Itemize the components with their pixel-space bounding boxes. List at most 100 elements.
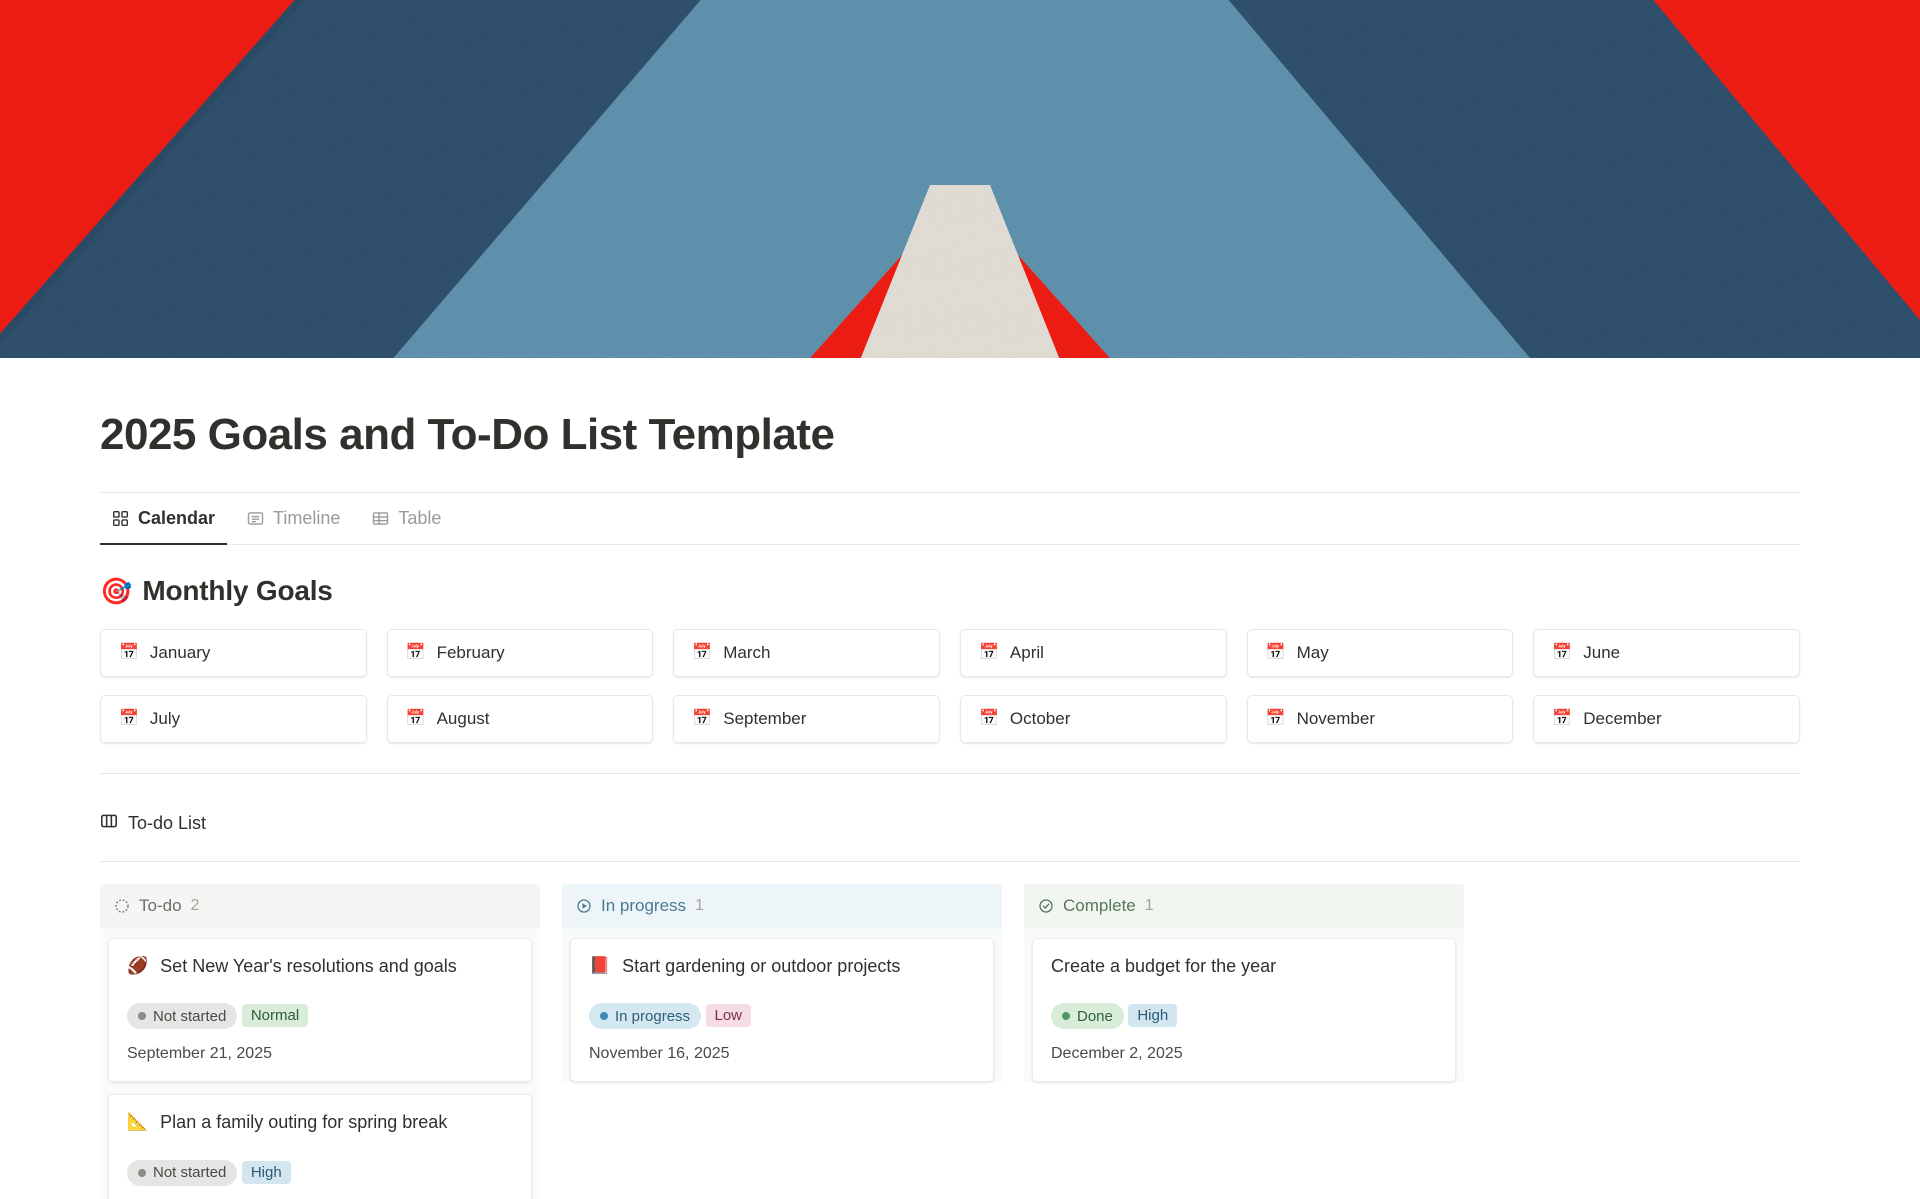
month-label: October [1009, 709, 1071, 728]
column-count: 1 [1144, 897, 1154, 914]
priority-badge: Normal [241, 1004, 309, 1028]
month-card-november[interactable]: 📅 November [1246, 695, 1514, 743]
column-body-todo: 🏈 Set New Year's resolutions and goals N… [100, 928, 540, 1199]
priority-badge: High [241, 1160, 291, 1184]
priority-badge: High [1128, 1004, 1178, 1028]
closed-book-emoji-icon: 📕 [589, 956, 611, 975]
calendar-emoji-icon: 📅 [1552, 710, 1573, 727]
play-circle-icon [576, 898, 592, 914]
month-card-may[interactable]: 📅 May [1246, 629, 1514, 677]
month-label: July [149, 709, 181, 728]
calendar-emoji-icon: 📅 [119, 644, 139, 661]
table-icon [372, 510, 389, 527]
board-column-todo: To-do 2 🏈 Set New Year's resolutions and… [100, 884, 540, 1199]
kanban-board: To-do 2 🏈 Set New Year's resolutions and… [100, 862, 1800, 1199]
month-card-march[interactable]: 📅 March [673, 629, 940, 677]
calendar-emoji-icon: 📅 [405, 710, 426, 727]
task-title: Create a budget for the year [1051, 956, 1277, 976]
month-label: November [1296, 709, 1375, 728]
task-title: Set New Year's resolutions and goals [160, 956, 457, 976]
status-badge: In progress [589, 1003, 702, 1030]
calendar-emoji-icon: 📅 [1552, 644, 1573, 661]
status-badge: Not started [127, 1003, 238, 1030]
column-name: In progress [601, 896, 687, 915]
monthly-goals-title: Monthly Goals [142, 575, 333, 606]
board-column-complete: Complete 1 Create a budget for the year … [1024, 884, 1464, 1199]
page-title: 2025 Goals and To-Do List Template [100, 410, 835, 459]
month-card-february[interactable]: 📅 February [386, 629, 654, 677]
task-card-title-row: 🏈 Set New Year's resolutions and goals [127, 955, 513, 992]
month-card-december[interactable]: 📅 December [1533, 695, 1800, 743]
calendar-emoji-icon: 📅 [978, 710, 999, 727]
month-label: February [436, 643, 505, 662]
month-card-april[interactable]: 📅 April [959, 629, 1227, 677]
board-column-in-progress: In progress 1 📕 Start gardening or outdo… [562, 884, 1002, 1199]
todo-list-header: To-do List [100, 774, 1800, 861]
column-header-todo[interactable]: To-do 2 [100, 884, 540, 928]
month-card-january[interactable]: 📅 January [100, 629, 367, 677]
column-body-complete: Create a budget for the year Done High D… [1024, 928, 1464, 1083]
column-header-in-progress[interactable]: In progress 1 [562, 884, 1002, 928]
priority-badge: Low [705, 1004, 752, 1028]
page-cover-image [0, 0, 1920, 358]
task-card[interactable]: 📐 Plan a family outing for spring break … [108, 1094, 532, 1199]
column-header-complete[interactable]: Complete 1 [1024, 884, 1464, 928]
status-label: In progress [615, 1007, 691, 1025]
column-body-in-progress: 📕 Start gardening or outdoor projects In… [562, 928, 1002, 1083]
column-count: 1 [695, 897, 704, 914]
status-badge: Done [1051, 1003, 1124, 1030]
board-icon [100, 812, 118, 835]
tab-timeline[interactable]: Timeline [235, 494, 352, 545]
month-card-july[interactable]: 📅 July [100, 695, 367, 743]
dashed-circle-icon [114, 898, 130, 914]
status-dot-icon [138, 1012, 146, 1021]
task-date: September 21, 2025 [127, 1045, 272, 1063]
tab-calendar-label: Calendar [138, 508, 216, 528]
month-label: September [723, 709, 807, 728]
column-count: 2 [190, 897, 200, 914]
task-card-title-row: 📕 Start gardening or outdoor projects [589, 955, 975, 992]
status-label: Not started [153, 1007, 227, 1025]
tab-table[interactable]: Table [360, 494, 453, 545]
todo-list-title: To-do List [128, 813, 207, 833]
task-card[interactable]: Create a budget for the year Done High D… [1032, 938, 1456, 1083]
month-label: August [436, 709, 490, 728]
calendar-emoji-icon: 📅 [692, 644, 713, 661]
gallery-icon [247, 510, 264, 527]
triangular-ruler-emoji-icon: 📐 [127, 1112, 149, 1132]
month-label: June [1583, 643, 1621, 662]
month-card-september[interactable]: 📅 September [673, 695, 940, 743]
month-card-august[interactable]: 📅 August [386, 695, 654, 743]
calendar-emoji-icon: 📅 [1265, 710, 1286, 727]
calendar-emoji-icon: 📅 [405, 644, 426, 661]
calendar-emoji-icon: 📅 [978, 644, 999, 661]
check-circle-icon [1038, 898, 1054, 914]
tab-timeline-label: Timeline [273, 508, 341, 528]
month-label: December [1583, 709, 1662, 728]
status-dot-icon [600, 1012, 608, 1021]
month-label: January [149, 643, 211, 662]
monthly-goals-header: 🎯 Monthly Goals [100, 545, 1800, 629]
status-badge: Not started [127, 1159, 238, 1186]
cover-artwork [0, 0, 1920, 358]
grid-icon [112, 510, 129, 527]
month-label: April [1009, 643, 1044, 662]
month-card-june[interactable]: 📅 June [1533, 629, 1800, 677]
task-title: Start gardening or outdoor projects [622, 956, 901, 976]
task-card[interactable]: 🏈 Set New Year's resolutions and goals N… [108, 938, 532, 1083]
page-body: 2025 Goals and To-Do List Template Calen… [0, 358, 1920, 1199]
status-label: Done [1077, 1007, 1113, 1025]
task-card-title-row: 📐 Plan a family outing for spring break [127, 1111, 513, 1148]
tab-table-label: Table [398, 508, 442, 528]
column-name: To-do [139, 896, 182, 915]
target-emoji-icon: 🎯 [100, 576, 133, 606]
task-card[interactable]: 📕 Start gardening or outdoor projects In… [570, 938, 994, 1083]
task-date: November 16, 2025 [589, 1045, 730, 1063]
column-name: Complete [1063, 896, 1136, 915]
calendar-emoji-icon: 📅 [119, 710, 139, 727]
month-card-october[interactable]: 📅 October [959, 695, 1227, 743]
tab-calendar[interactable]: Calendar [100, 494, 228, 545]
task-title: Plan a family outing for spring break [160, 1112, 448, 1133]
status-dot-icon [138, 1168, 146, 1177]
status-dot-icon [1062, 1012, 1070, 1021]
